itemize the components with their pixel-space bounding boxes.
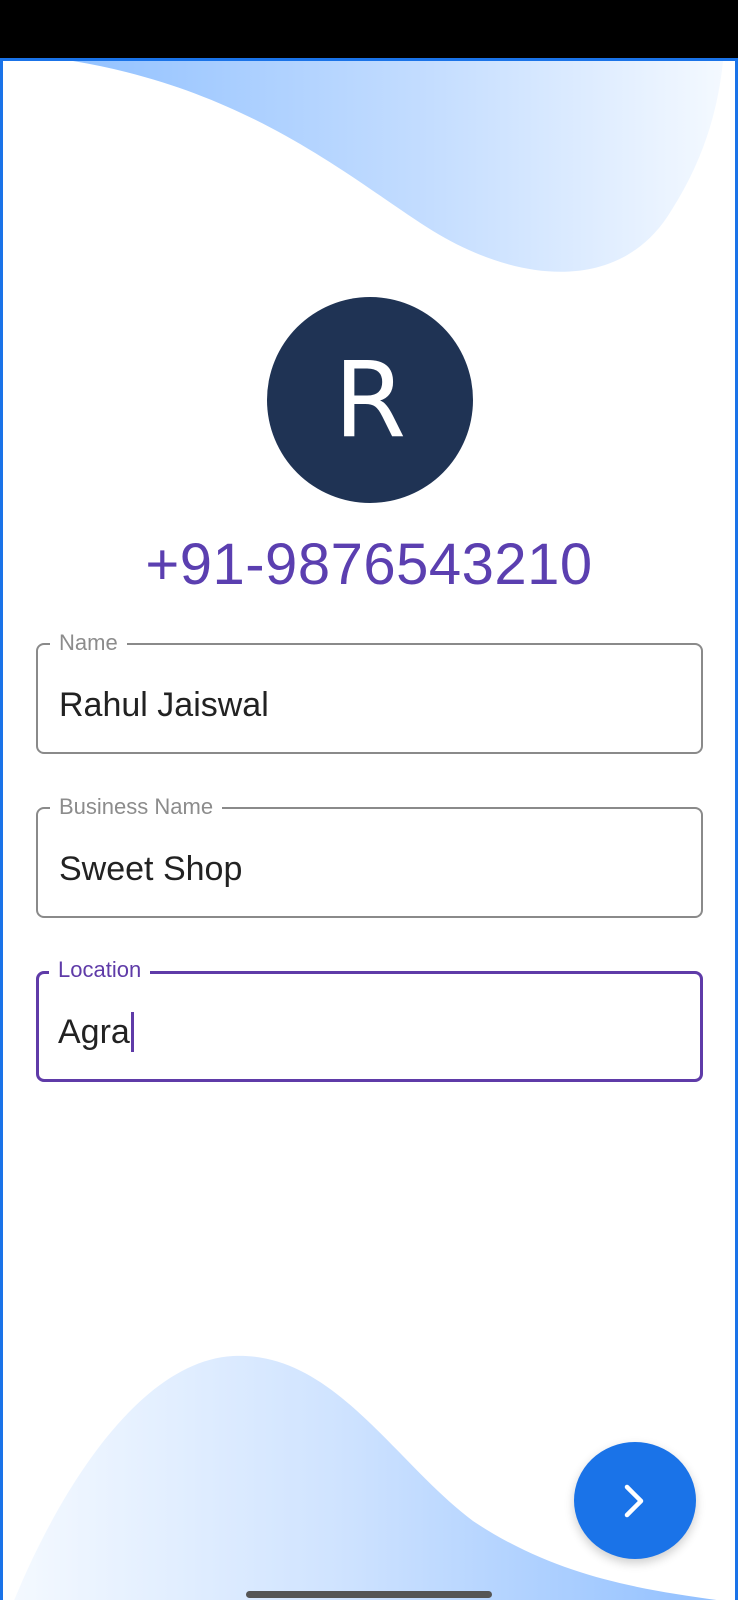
name-field-label: Name [50,630,127,656]
phone-number: +91-9876543210 [145,532,593,597]
location-field[interactable]: Location Agra [36,957,703,1082]
status-bar [0,0,738,58]
avatar-initial: R [333,339,407,461]
chevron-right-icon [624,1484,644,1517]
business-name-field-label: Business Name [50,794,223,820]
profile-screen: R +91-9876543210 Name Rahul Jaiswal Busi… [0,58,738,1600]
home-indicator[interactable] [246,1591,492,1598]
location-field-input[interactable]: Agra [58,1012,134,1052]
location-field-label: Location [49,957,151,983]
avatar[interactable]: R [267,297,473,503]
location-field-value: Agra [58,1013,130,1051]
business-name-field-value[interactable]: Sweet Shop [59,849,242,889]
text-caret [130,1012,134,1052]
name-field-value[interactable]: Rahul Jaiswal [59,685,269,725]
top-wave [73,61,723,272]
business-name-field[interactable]: Business Name Sweet Shop [36,794,703,918]
name-field[interactable]: Name Rahul Jaiswal [36,630,703,754]
next-button[interactable] [574,1442,696,1559]
